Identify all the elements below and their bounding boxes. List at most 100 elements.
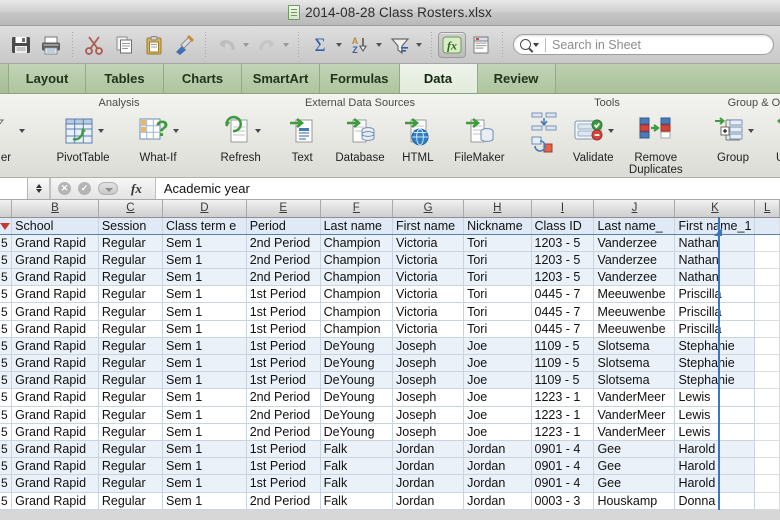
table-cell[interactable]: Donna <box>674 492 756 510</box>
table-cell[interactable]: Grand Rapid <box>11 474 99 493</box>
table-cell[interactable]: 1st Period <box>246 354 321 373</box>
table-cell[interactable]: 2nd Period <box>246 234 321 252</box>
chevron-down-icon[interactable] <box>98 129 104 133</box>
table-cell[interactable]: Jordan <box>463 492 532 510</box>
ribbon-item-group[interactable]: Group <box>702 109 764 164</box>
table-cell[interactable]: Grand Rapid <box>11 423 99 441</box>
table-cell[interactable]: Joe <box>463 423 532 441</box>
tab-layout[interactable]: Layout <box>8 64 86 93</box>
table-cell[interactable]: 1st Period <box>246 474 321 493</box>
table-cell[interactable]: Grand Rapid <box>11 509 99 510</box>
table-header-filter-cell[interactable] <box>0 217 13 235</box>
table-cell[interactable]: Regular <box>98 302 164 321</box>
table-cell[interactable]: DeYoung <box>320 354 394 373</box>
empty-cell[interactable] <box>754 371 780 390</box>
table-cell[interactable]: Champion <box>320 268 394 287</box>
table-cell[interactable]: Champion <box>320 285 394 304</box>
empty-cell[interactable] <box>754 509 780 510</box>
column-header-i[interactable]: I <box>531 200 595 218</box>
table-cell[interactable]: Champion <box>320 251 394 270</box>
tab-charts[interactable]: Charts <box>164 64 242 93</box>
table-row[interactable]: 5 Grand Rapid Regular Sem 1 2nd Period Champi… <box>0 251 780 270</box>
table-row[interactable]: 5 Grand Rapid Regular Sem 1 1st Period DeYoun… <box>0 337 780 356</box>
table-cell[interactable]: Grand Rapid <box>11 406 99 424</box>
table-header-cell[interactable]: Last name_ <box>593 217 676 235</box>
table-cell[interactable]: Nathan <box>674 268 756 287</box>
table-header-row[interactable]: School Session Class term e Period Last name… <box>0 217 780 235</box>
table-cell[interactable]: Sem 1 <box>162 457 247 476</box>
table-cell[interactable]: Meeuwenbe <box>593 320 676 338</box>
table-cell[interactable]: Joseph <box>392 423 465 441</box>
table-cell[interactable]: 0901 - 4 <box>531 457 595 476</box>
format-painter-button[interactable] <box>169 30 199 60</box>
redo-button[interactable] <box>252 30 282 60</box>
ribbon-item-what-if[interactable]: ? What-If <box>122 109 194 164</box>
row-partial-cell[interactable]: 5 <box>0 440 13 459</box>
tab-formulas[interactable]: Formulas <box>320 64 400 93</box>
table-cell[interactable]: Sem 1 <box>162 492 247 510</box>
column-header-k[interactable]: K <box>674 200 756 218</box>
ribbon-item-database[interactable]: Database <box>331 109 389 164</box>
table-cell[interactable]: DeYoung <box>320 371 394 390</box>
table-cell[interactable]: Sem 1 <box>162 440 247 459</box>
cancel-x-icon[interactable]: ✕ <box>58 182 71 195</box>
table-cell[interactable]: Lewis <box>674 406 756 424</box>
table-cell[interactable]: 1109 - 5 <box>531 371 595 390</box>
chevron-down-icon[interactable] <box>608 129 615 133</box>
column-header-j[interactable]: J <box>593 200 676 218</box>
table-cell[interactable]: Falk <box>320 440 394 459</box>
column-header-h[interactable]: H <box>463 200 532 218</box>
table-cell[interactable]: Joe <box>463 406 532 424</box>
table-cell[interactable]: VanderMeer <box>593 388 676 407</box>
table-cell[interactable]: Grand Rapid <box>11 354 99 373</box>
row-partial-cell[interactable]: 5 <box>0 474 13 493</box>
table-cell[interactable]: Joseph <box>392 406 465 424</box>
table-cell[interactable]: Regular <box>98 251 164 270</box>
empty-cell[interactable] <box>754 234 780 252</box>
table-cell[interactable]: Tori <box>463 320 532 338</box>
table-cell[interactable]: 1st Period <box>246 285 321 304</box>
table-cell[interactable]: DeYoung <box>320 337 394 356</box>
ribbon-item-ungroup[interactable]: Ungroup <box>764 109 780 164</box>
empty-cell[interactable] <box>754 217 780 235</box>
table-cell[interactable]: Jordan <box>392 492 465 510</box>
table-cell[interactable]: Tori <box>463 302 532 321</box>
row-partial-cell[interactable]: 5 <box>0 406 13 424</box>
table-cell[interactable]: 0901 - 4 <box>531 474 595 493</box>
table-cell[interactable]: Regular <box>98 509 164 510</box>
table-cell[interactable]: 0445 - 7 <box>531 285 595 304</box>
table-cell[interactable]: Jordan <box>392 440 465 459</box>
accept-check-icon[interactable]: ✓ <box>78 182 91 195</box>
table-cell[interactable]: Regular <box>98 285 164 304</box>
table-cell[interactable]: Sem 1 <box>162 423 247 441</box>
table-cell[interactable]: Sem 1 <box>162 371 247 390</box>
column-header-l[interactable]: L <box>754 200 780 218</box>
table-cell[interactable]: Victoria <box>392 268 465 287</box>
table-cell[interactable]: Joseph <box>392 354 465 373</box>
table-cell[interactable]: Grand Rapid <box>11 251 99 270</box>
table-cell[interactable]: Regular <box>98 337 164 356</box>
table-cell[interactable]: 0901 - 4 <box>531 440 595 459</box>
table-cell[interactable]: 2nd Period <box>246 509 321 510</box>
table-cell[interactable]: Victoria <box>392 251 465 270</box>
table-cell[interactable]: Grand Rapid <box>11 320 99 338</box>
table-cell[interactable]: Nathan <box>674 234 756 252</box>
table-cell[interactable]: Falk <box>320 492 394 510</box>
table-cell[interactable]: Regular <box>98 320 164 338</box>
table-cell[interactable]: Grand Rapid <box>11 440 99 459</box>
table-cell[interactable]: 1st Period <box>246 320 321 338</box>
table-cell[interactable]: Regular <box>98 268 164 287</box>
table-header-cell[interactable]: Period <box>246 217 321 235</box>
table-cell[interactable]: Lewis <box>674 388 756 407</box>
empty-cell[interactable] <box>754 320 780 338</box>
table-cell[interactable]: VanderMeer <box>593 423 676 441</box>
table-cell[interactable]: Regular <box>98 406 164 424</box>
table-row[interactable]: 5 Grand Rapid Regular Sem 1 2nd Period DeYoun… <box>0 423 780 441</box>
ribbon-item-html[interactable]: HTML <box>389 109 447 164</box>
row-partial-cell[interactable]: 5 <box>0 251 13 270</box>
table-cell[interactable]: Harold <box>674 474 756 493</box>
sort-dropdown-caret[interactable] <box>376 42 382 47</box>
table-cell[interactable]: Champion <box>320 234 394 252</box>
table-cell[interactable]: Stephanie <box>674 337 756 356</box>
empty-cell[interactable] <box>754 406 780 424</box>
